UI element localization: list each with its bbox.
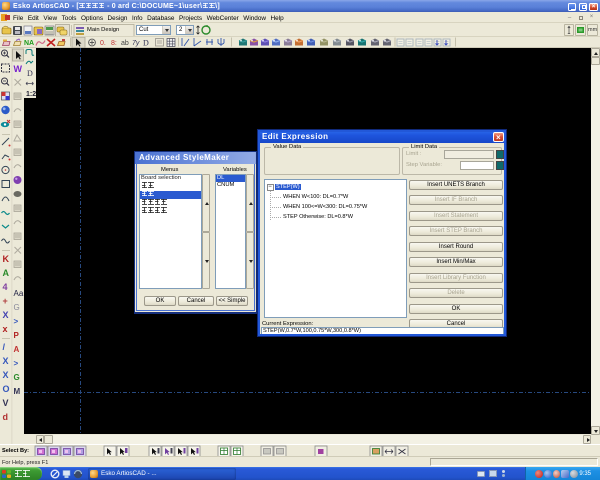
svg-text:>: > (14, 359, 19, 368)
svg-text:D: D (143, 39, 149, 48)
svg-text:P: P (14, 331, 20, 340)
svg-text:d: d (3, 412, 9, 422)
svg-text:O: O (3, 384, 10, 394)
svg-text:1:2: 1:2 (26, 91, 36, 98)
svg-text:7y: 7y (132, 40, 140, 47)
svg-text:Aa: Aa (14, 289, 24, 298)
svg-text:D: D (27, 69, 33, 78)
svg-text:ab: ab (121, 40, 129, 47)
svg-text:A: A (14, 345, 20, 354)
svg-text:>: > (14, 317, 19, 326)
svg-text:0.: 0. (100, 40, 106, 47)
svg-text:A: A (3, 268, 10, 278)
svg-text:4: 4 (3, 282, 8, 292)
svg-text:/: / (3, 342, 6, 352)
svg-text:G: G (14, 303, 20, 312)
svg-text:X: X (3, 310, 9, 320)
svg-text:+: + (3, 296, 8, 306)
svg-text:W: W (14, 64, 23, 74)
svg-text:M: M (14, 387, 21, 396)
svg-text:X: X (3, 370, 9, 380)
svg-text:V: V (3, 398, 9, 408)
svg-text:K: K (3, 254, 10, 264)
svg-text:NA: NA (24, 40, 34, 47)
svg-text:X: X (3, 356, 9, 366)
svg-text:G: G (14, 373, 20, 382)
svg-text:8:: 8: (111, 40, 117, 47)
svg-text:x: x (3, 324, 8, 334)
